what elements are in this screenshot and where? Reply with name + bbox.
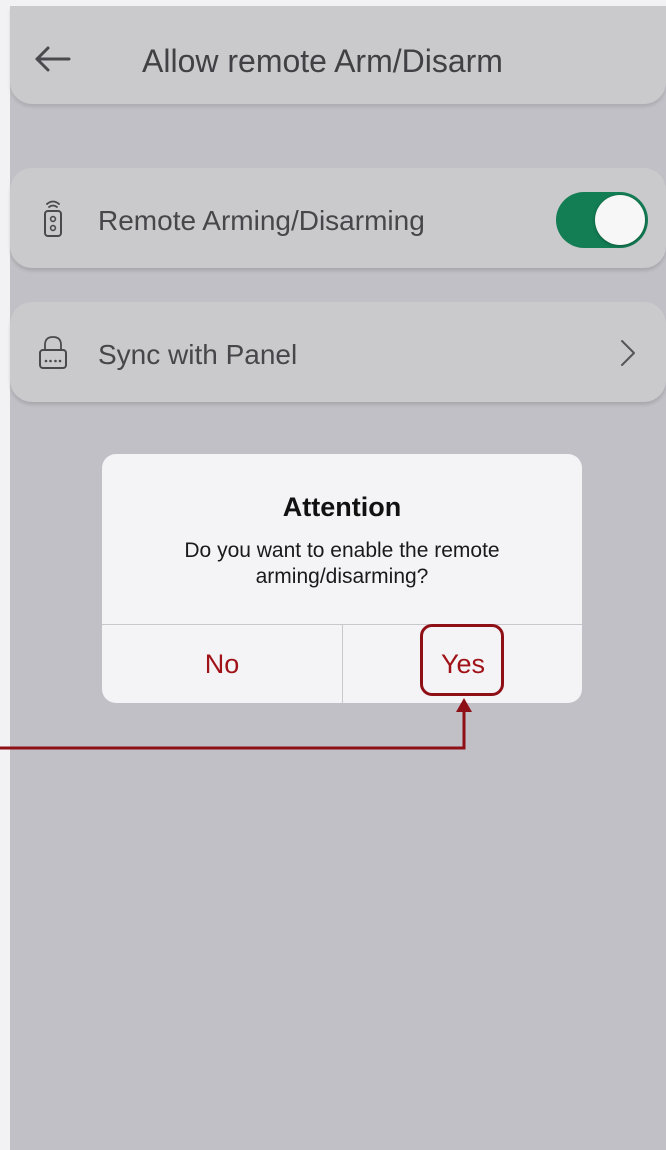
sync-with-panel-row[interactable]: Sync with Panel [10, 302, 666, 402]
app-header: Allow remote Arm/Disarm [10, 6, 666, 104]
dialog-title: Attention [282, 492, 402, 522]
panel-keypad-icon [39, 336, 67, 369]
screen-edge [0, 0, 10, 1150]
page-title: Allow remote Arm/Disarm [142, 43, 503, 79]
yes-highlight-box [420, 624, 504, 696]
annotation-pointer-arrow [0, 698, 472, 750]
sync-with-panel-label: Sync with Panel [98, 339, 298, 370]
remote-arming-label: Remote Arming/Disarming [98, 205, 425, 236]
remote-arming-row: Remote Arming/Disarming [10, 168, 666, 268]
attention-dialog: Attention Do you want to enable the remo… [102, 454, 582, 703]
remote-control-icon [44, 200, 62, 237]
remote-arming-toggle[interactable] [556, 192, 648, 248]
dialog-message: Do you want to enable the remote arming/… [184, 539, 500, 588]
arrow-left-icon[interactable] [34, 40, 72, 78]
toggle-knob [595, 195, 645, 245]
chevron-right-icon [621, 340, 635, 366]
